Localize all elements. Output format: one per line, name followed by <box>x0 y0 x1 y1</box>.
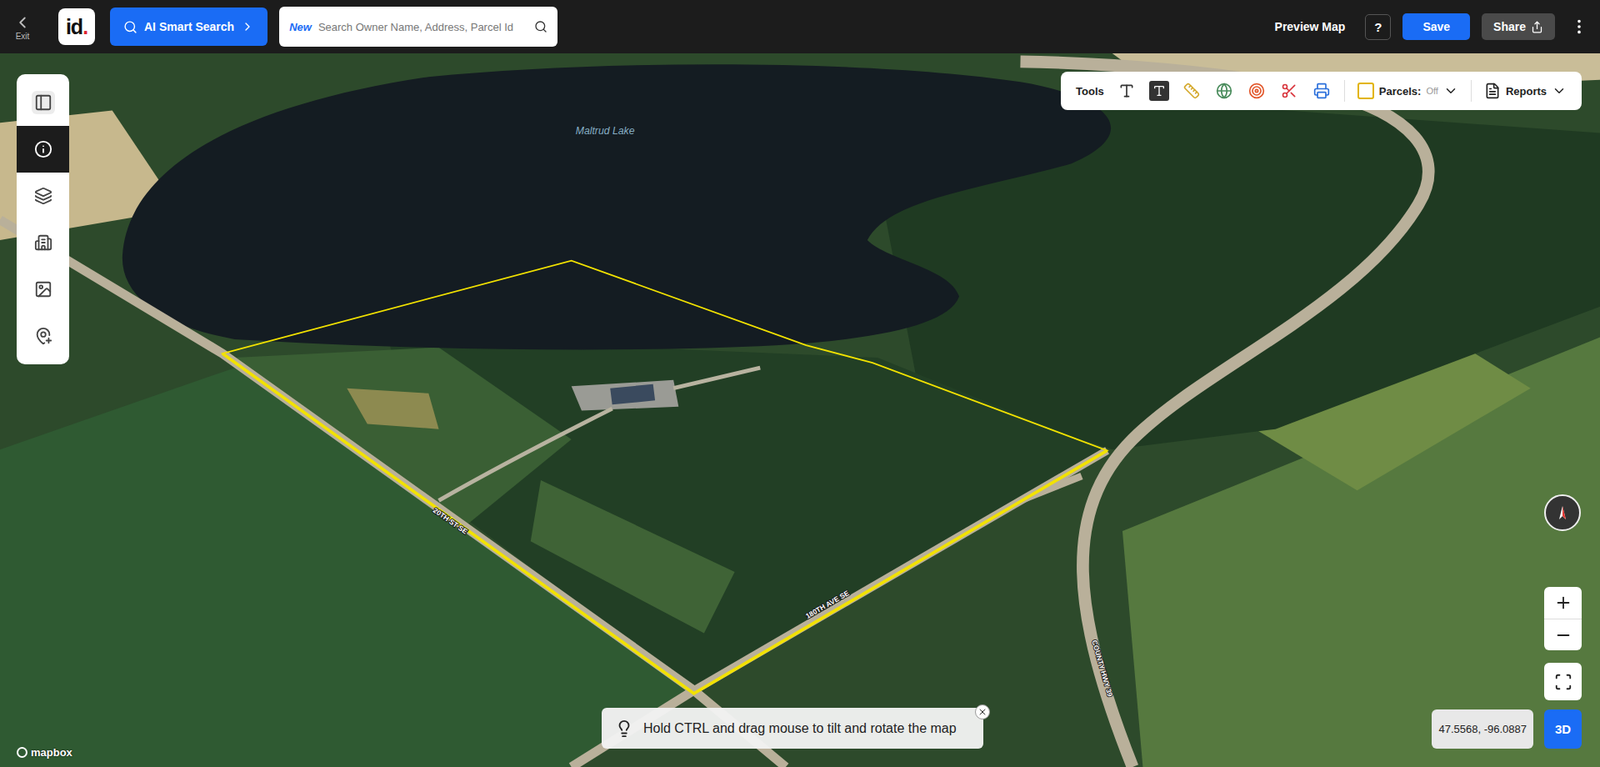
sidebar-item[interactable] <box>16 125 70 173</box>
ruler-icon <box>1183 82 1200 100</box>
new-badge: New <box>289 20 312 34</box>
app: Exit id. AI Smart Search New Preview Map? Sav… <box>0 0 1600 767</box>
tip-close-button[interactable] <box>975 704 990 720</box>
view-mode-button[interactable]: 3D <box>1544 709 1582 749</box>
ai-search-button[interactable]: AI Smart Search <box>110 7 268 46</box>
radius-icon <box>1248 82 1265 100</box>
preview-map-button[interactable]: Preview Map <box>1275 20 1346 34</box>
close-icon <box>977 706 988 717</box>
map[interactable]: Maltrud Lake 20TH ST SE 180TH AVE SE COUNTY… <box>0 53 1600 767</box>
search-box: New <box>279 6 558 47</box>
minus-icon <box>1554 625 1573 645</box>
save-button[interactable]: Save <box>1402 13 1470 40</box>
map-label: Maltrud Lake <box>575 125 635 137</box>
exit-button[interactable]: Exit <box>10 13 35 41</box>
text-box-icon <box>1152 84 1166 98</box>
reports-icon <box>1484 82 1501 100</box>
tool-button[interactable] <box>1116 80 1137 101</box>
zoom-in-button[interactable] <box>1544 586 1582 619</box>
tool-button[interactable] <box>1181 80 1202 101</box>
parcel-icon <box>1357 82 1375 100</box>
reports-menu[interactable]: Reports <box>1484 82 1567 100</box>
tip: Hold CTRL and drag mouse to tilt and rot… <box>601 707 984 749</box>
add-place-icon <box>34 326 53 345</box>
help-button[interactable]: ? <box>1365 14 1391 40</box>
back-icon <box>13 13 32 32</box>
mapbox-icon <box>16 746 28 758</box>
lightbulb-icon <box>615 719 634 738</box>
print-icon <box>1313 82 1330 100</box>
logo[interactable]: id. <box>58 8 95 45</box>
tool-button[interactable] <box>1311 80 1332 101</box>
map-canvas[interactable]: Maltrud Lake 20TH ST SE 180TH AVE SE COUNTY… <box>0 53 1600 767</box>
chevron-down-icon <box>1443 83 1459 99</box>
tools-label: Tools <box>1075 85 1105 98</box>
parcels-toggle[interactable]: Parcels:Off <box>1357 82 1459 100</box>
globe-icon <box>1215 82 1233 100</box>
coordinates: 47.5568, -96.0887 <box>1431 709 1534 749</box>
zoom-out-button[interactable] <box>1544 618 1582 650</box>
tools-bar: Tools Parcels:Off Reports <box>1060 71 1582 110</box>
map-label: COUNTY HWY 39 <box>1090 639 1115 698</box>
share-icon <box>1530 20 1544 34</box>
buildings-icon <box>34 233 53 252</box>
map-label: 20TH ST SE <box>431 505 470 536</box>
imagery-icon <box>34 280 53 299</box>
map-label: 180TH AVE SE <box>804 588 851 620</box>
sidebar <box>16 74 70 365</box>
info-icon <box>34 140 53 159</box>
search-icon[interactable] <box>534 20 548 34</box>
chevron-down-icon <box>1551 83 1567 99</box>
tool-button[interactable] <box>1149 80 1170 101</box>
top-bar: Exit id. AI Smart Search New Preview Map? Sav… <box>0 0 1600 54</box>
more-button[interactable] <box>1570 17 1589 36</box>
search-icon <box>123 20 138 35</box>
scissors-icon <box>1280 82 1298 100</box>
sidebar-item[interactable] <box>16 79 70 126</box>
panel-icon <box>34 93 53 112</box>
text-icon <box>1118 82 1135 100</box>
plus-icon <box>1554 593 1573 612</box>
compass-icon <box>1551 501 1574 524</box>
chevron-right-icon <box>240 20 255 34</box>
sidebar-item[interactable] <box>16 172 70 220</box>
search-input[interactable] <box>316 20 530 35</box>
tool-button[interactable] <box>1214 80 1235 101</box>
compass[interactable] <box>1544 494 1581 531</box>
fit-button[interactable] <box>1544 662 1582 700</box>
share-button[interactable]: Share <box>1481 13 1555 40</box>
sidebar-item[interactable] <box>16 312 70 360</box>
fit-icon <box>1554 672 1573 691</box>
tool-button[interactable] <box>1279 80 1300 101</box>
layers-icon <box>34 186 53 205</box>
attribution[interactable]: mapbox <box>16 745 73 759</box>
zoom-controls <box>1544 586 1582 650</box>
sidebar-item[interactable] <box>16 265 70 313</box>
kebab-icon <box>1570 17 1589 36</box>
tool-button[interactable] <box>1246 80 1267 101</box>
sidebar-item[interactable] <box>16 219 70 266</box>
